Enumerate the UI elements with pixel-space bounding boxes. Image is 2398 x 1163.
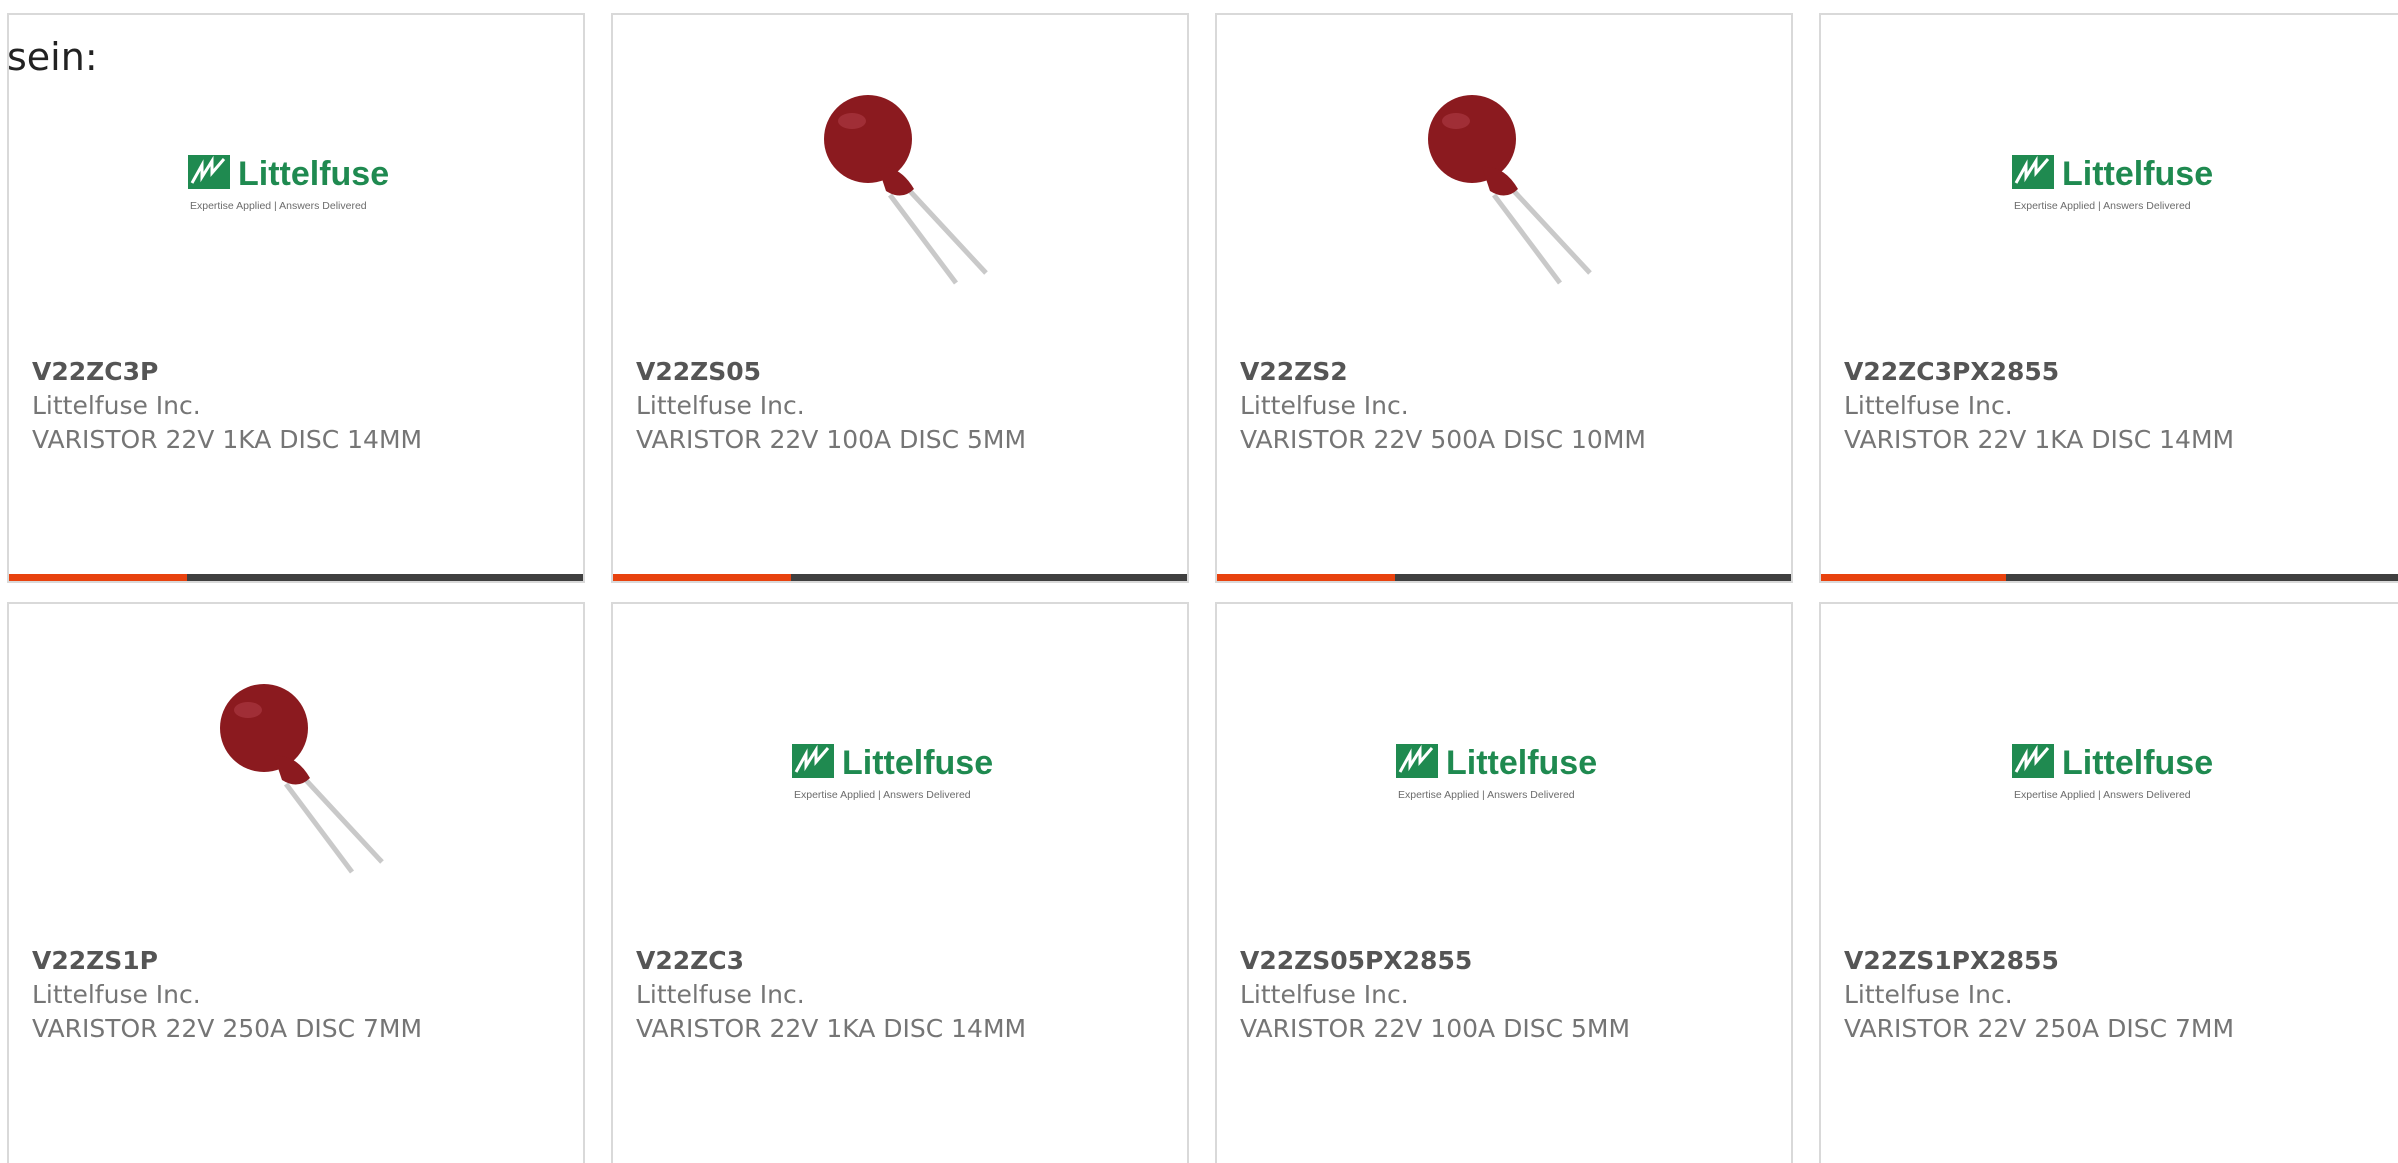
product-image: Littelfuse Expertise Applied | Answers De… (1821, 77, 2398, 297)
description: VARISTOR 22V 100A DISC 5MM (636, 425, 1027, 454)
product-info: V22ZS2 Littelfuse Inc. VARISTOR 22V 500A D… (1240, 355, 1646, 457)
card-progress-bar (9, 574, 583, 581)
logo-tagline: Expertise Applied | Answers Delivered (2014, 789, 2191, 801)
part-number: V22ZS05 (636, 357, 762, 386)
description: VARISTOR 22V 250A DISC 7MM (1844, 1014, 2235, 1043)
description: VARISTOR 22V 1KA DISC 14MM (1844, 425, 2235, 454)
product-info: V22ZS05PX2855 Littelfuse Inc. VARISTOR 22V… (1240, 944, 1630, 1046)
card-progress-bar (613, 574, 1187, 581)
logo-name: Littelfuse (2062, 744, 2213, 782)
product-image (9, 666, 583, 886)
product-grid-page: sein: Littelfuse Expertise Applied | Answ… (0, 0, 2398, 1163)
card-progress-bar (1217, 574, 1791, 581)
varistor-image (1428, 95, 1592, 285)
product-image: Littelfuse Expertise Applied | Answers De… (9, 77, 583, 297)
varistor-image (220, 684, 384, 874)
description: VARISTOR 22V 1KA DISC 14MM (636, 1014, 1027, 1043)
littelfuse-logo-icon: Littelfuse Expertise Applied | Answers De… (1396, 744, 1597, 801)
product-card[interactable]: Littelfuse Expertise Applied | Answers De… (611, 602, 1189, 1163)
littelfuse-logo-icon: Littelfuse Expertise Applied | Answers De… (188, 155, 389, 212)
littelfuse-logo-icon: Littelfuse Expertise Applied | Answers De… (2012, 744, 2213, 801)
card-progress-accent (1217, 574, 1395, 581)
product-card[interactable]: V22ZS05 Littelfuse Inc. VARISTOR 22V 100A … (611, 13, 1189, 583)
description: VARISTOR 22V 1KA DISC 14MM (32, 425, 423, 454)
part-number: V22ZC3P (32, 357, 159, 386)
product-image: Littelfuse Expertise Applied | Answers De… (1217, 666, 1791, 886)
manufacturer: Littelfuse Inc. (1240, 391, 1409, 420)
product-card[interactable]: Littelfuse Expertise Applied | Answers De… (1819, 602, 2398, 1163)
logo-tagline: Expertise Applied | Answers Delivered (1398, 789, 1575, 801)
product-image (613, 77, 1187, 297)
logo-tagline: Expertise Applied | Answers Delivered (190, 200, 367, 212)
logo-tagline: Expertise Applied | Answers Delivered (2014, 200, 2191, 212)
part-number: V22ZC3 (636, 946, 745, 975)
product-info: V22ZS05 Littelfuse Inc. VARISTOR 22V 100A … (636, 355, 1026, 457)
description: VARISTOR 22V 250A DISC 7MM (32, 1014, 423, 1043)
logo-name: Littelfuse (238, 155, 389, 193)
product-image: Littelfuse Expertise Applied | Answers De… (1821, 666, 2398, 886)
card-progress-accent (9, 574, 187, 581)
description: VARISTOR 22V 500A DISC 10MM (1240, 425, 1646, 454)
logo-name: Littelfuse (842, 744, 993, 782)
part-number: V22ZS1PX2855 (1844, 946, 2059, 975)
manufacturer: Littelfuse Inc. (32, 391, 201, 420)
product-image (1217, 77, 1791, 297)
manufacturer: Littelfuse Inc. (1844, 391, 2013, 420)
manufacturer: Littelfuse Inc. (636, 391, 805, 420)
littelfuse-logo-icon: Littelfuse Expertise Applied | Answers De… (792, 744, 993, 801)
logo-tagline: Expertise Applied | Answers Delivered (794, 789, 971, 801)
product-info: V22ZC3PX2855 Littelfuse Inc. VARISTOR 22V … (1844, 355, 2234, 457)
description: VARISTOR 22V 100A DISC 5MM (1240, 1014, 1631, 1043)
card-progress-accent (613, 574, 791, 581)
part-number: V22ZS05PX2855 (1240, 946, 1473, 975)
product-card[interactable]: Littelfuse Expertise Applied | Answers De… (1819, 13, 2398, 583)
logo-name: Littelfuse (2062, 155, 2213, 193)
part-number: V22ZC3PX2855 (1844, 357, 2060, 386)
part-number: V22ZS1P (32, 946, 158, 975)
product-image: Littelfuse Expertise Applied | Answers De… (613, 666, 1187, 886)
product-card[interactable]: Littelfuse Expertise Applied | Answers De… (7, 13, 585, 583)
product-info: V22ZS1PX2855 Littelfuse Inc. VARISTOR 22V … (1844, 944, 2234, 1046)
logo-name: Littelfuse (1446, 744, 1597, 782)
varistor-image (824, 95, 988, 285)
product-info: V22ZS1P Littelfuse Inc. VARISTOR 22V 250A … (32, 944, 422, 1046)
product-info: V22ZC3P Littelfuse Inc. VARISTOR 22V 1KA D… (32, 355, 422, 457)
part-number: V22ZS2 (1240, 357, 1348, 386)
card-progress-accent (1821, 574, 2007, 581)
manufacturer: Littelfuse Inc. (1844, 980, 2013, 1009)
littelfuse-logo-icon: Littelfuse Expertise Applied | Answers De… (2012, 155, 2213, 212)
product-card[interactable]: V22ZS1P Littelfuse Inc. VARISTOR 22V 250A … (7, 602, 585, 1163)
manufacturer: Littelfuse Inc. (32, 980, 201, 1009)
product-info: V22ZC3 Littelfuse Inc. VARISTOR 22V 1KA DI… (636, 944, 1026, 1046)
product-card[interactable]: V22ZS2 Littelfuse Inc. VARISTOR 22V 500A D… (1215, 13, 1793, 583)
manufacturer: Littelfuse Inc. (1240, 980, 1409, 1009)
intro-text: sein: (7, 35, 98, 79)
manufacturer: Littelfuse Inc. (636, 980, 805, 1009)
card-progress-bar (1821, 574, 2398, 581)
product-card[interactable]: Littelfuse Expertise Applied | Answers De… (1215, 602, 1793, 1163)
